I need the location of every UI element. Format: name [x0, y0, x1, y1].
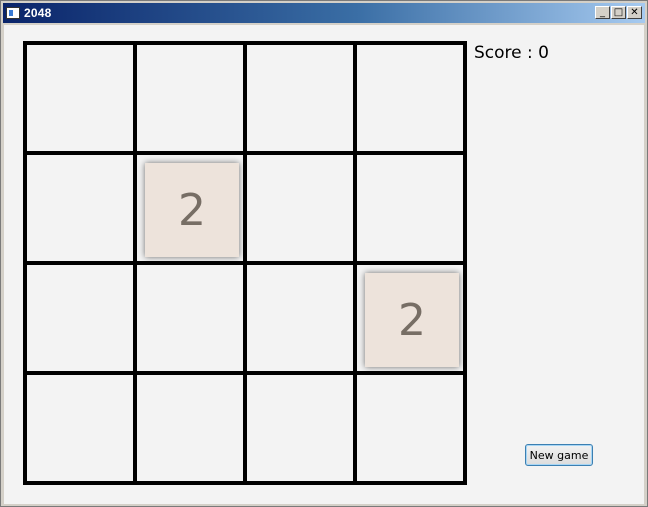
- grid-cell: [137, 265, 243, 371]
- game-area: 22 Score : 0 New game: [4, 25, 644, 504]
- minimize-button[interactable]: _: [595, 6, 610, 19]
- grid-cell: [27, 155, 133, 261]
- grid-cell: [357, 375, 463, 481]
- grid-cell: [27, 45, 133, 151]
- grid-cell: [27, 375, 133, 481]
- grid-cell: 2: [137, 155, 243, 261]
- grid-cell: [247, 45, 353, 151]
- grid-line-vertical: [463, 41, 467, 485]
- game-board[interactable]: 22: [23, 41, 468, 486]
- window-title: 2048: [24, 6, 52, 20]
- grid-cell: [247, 155, 353, 261]
- close-button[interactable]: ✕: [627, 6, 642, 19]
- new-game-button[interactable]: New game: [525, 444, 593, 466]
- grid-cell: [137, 375, 243, 481]
- app-window: 2048 _ □ ✕ 22 Score : 0 New game: [0, 0, 648, 507]
- maximize-button[interactable]: □: [611, 6, 626, 19]
- grid-line-horizontal: [23, 481, 467, 485]
- grid-cell: [357, 155, 463, 261]
- grid-cell: [247, 375, 353, 481]
- grid-cell: [247, 265, 353, 371]
- tile: 2: [145, 163, 239, 257]
- grid-cell: [137, 45, 243, 151]
- grid-cell: [27, 265, 133, 371]
- grid-cell: [357, 45, 463, 151]
- title-bar[interactable]: 2048 _ □ ✕: [3, 3, 645, 23]
- score-label: Score : 0: [474, 43, 549, 63]
- grid-cell: 2: [357, 265, 463, 371]
- tile: 2: [365, 273, 459, 367]
- app-icon: [6, 7, 20, 19]
- window-controls: _ □ ✕: [595, 6, 642, 19]
